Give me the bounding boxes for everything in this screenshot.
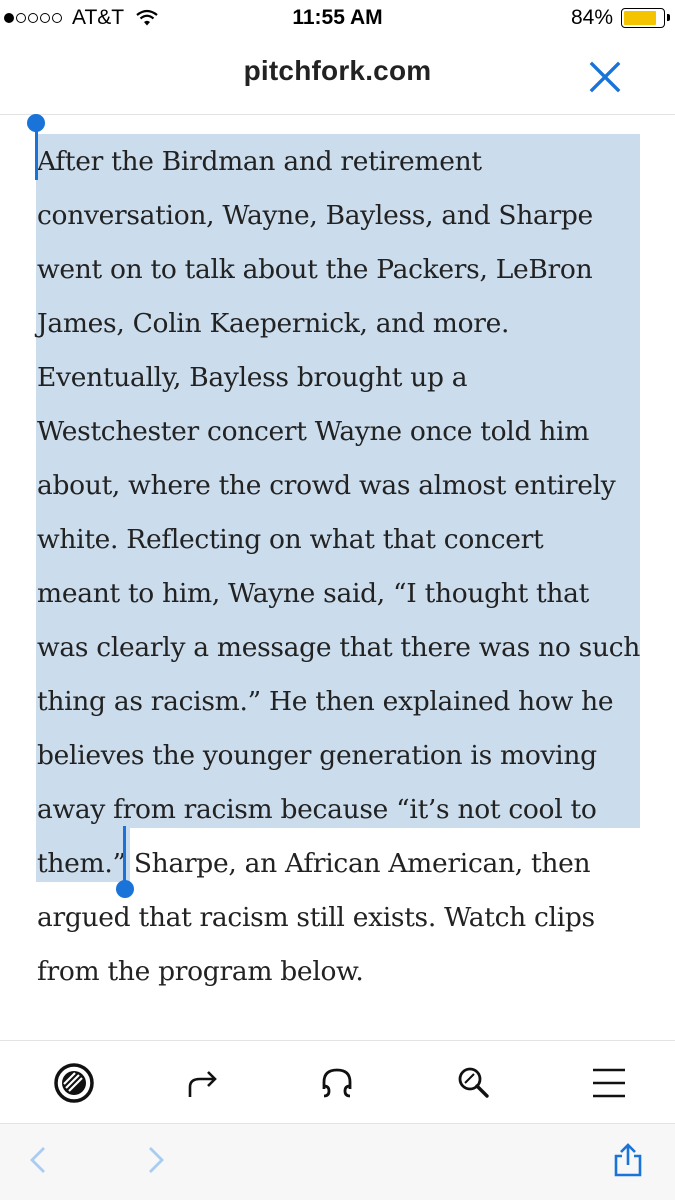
close-icon[interactable] <box>588 60 622 94</box>
article-line: meant to him, Wayne said, “I thought tha… <box>37 578 590 609</box>
header-divider <box>0 114 675 115</box>
article-line: about, where the crowd was almost entire… <box>37 470 616 501</box>
article-line: was clearly a message that there was no … <box>37 632 641 663</box>
battery-icon <box>621 8 670 28</box>
selection-end-handle[interactable] <box>123 826 126 884</box>
selection-end-knob[interactable] <box>116 880 134 898</box>
menu-icon[interactable] <box>587 1061 631 1105</box>
search-icon[interactable] <box>452 1061 496 1105</box>
article-body[interactable]: After the Birdman and retirement conversa… <box>37 135 647 999</box>
forward-chevron-icon[interactable] <box>138 1142 174 1178</box>
browser-bottom-bar <box>0 1124 675 1200</box>
page-domain-title: pitchfork.com <box>243 55 432 86</box>
headphones-icon[interactable] <box>315 1061 359 1105</box>
back-chevron-icon[interactable] <box>20 1142 56 1178</box>
status-right: 84% <box>570 6 670 30</box>
site-toolbar <box>0 1041 675 1123</box>
article-line: James, Colin Kaepernick, and more. <box>37 308 510 339</box>
share-icon[interactable] <box>610 1142 646 1178</box>
article-line: went on to talk about the Packers, LeBro… <box>37 254 593 285</box>
battery-fill <box>624 11 656 25</box>
selection-start-handle[interactable] <box>35 128 38 180</box>
article-line: from the program below. <box>37 956 364 987</box>
article-line: away from racism because “it’s not cool … <box>37 794 597 825</box>
article-line: believes the younger generation is movin… <box>37 740 597 771</box>
article-line: Eventually, Bayless brought up a <box>37 362 468 393</box>
article-line: Westchester concert Wayne once told him <box>37 416 590 447</box>
article-line: white. Reflecting on what that concert <box>37 524 544 555</box>
article-line: conversation, Wayne, Bayless, and Sharpe <box>37 200 593 231</box>
article-line: After the Birdman and retirement <box>37 146 482 177</box>
status-bar: AT&T 11:55 AM 84% <box>0 0 675 40</box>
selection-start-knob[interactable] <box>27 114 45 132</box>
share-arrow-icon[interactable] <box>182 1061 226 1105</box>
pitchfork-logo-icon[interactable] <box>52 1061 96 1105</box>
article-line: argued that racism still exists. Watch c… <box>37 902 595 933</box>
battery-percent: 84% <box>570 6 613 29</box>
article-line: thing as racism.” He then explained how … <box>37 686 614 717</box>
